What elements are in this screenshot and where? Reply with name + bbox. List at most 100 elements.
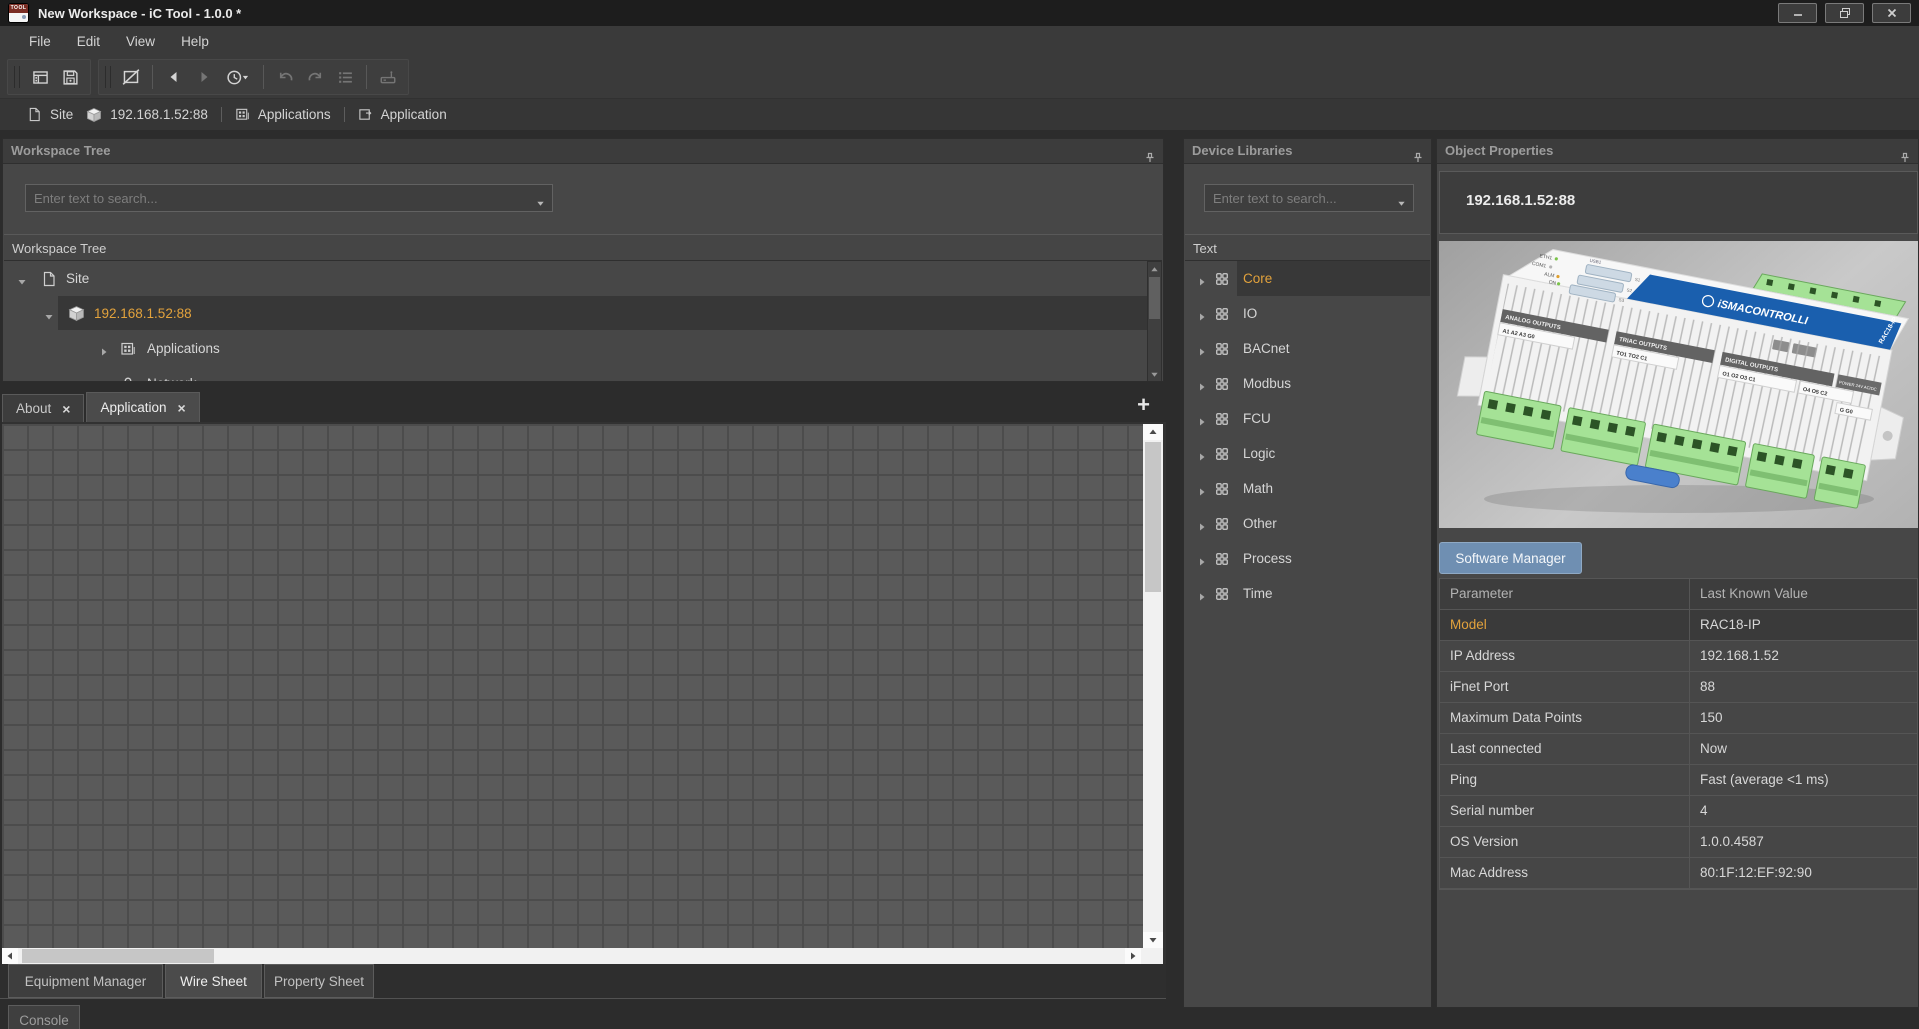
chevron-down-icon[interactable] xyxy=(536,195,545,213)
parameter-cell: Serial number xyxy=(1440,796,1690,826)
library-item[interactable]: Process xyxy=(1185,541,1430,576)
tab-wire-sheet[interactable]: Wire Sheet xyxy=(165,964,262,998)
nav-back-button[interactable] xyxy=(159,63,189,91)
library-item[interactable]: Math xyxy=(1185,471,1430,506)
pin-icon[interactable] xyxy=(1144,145,1156,169)
history-button[interactable] xyxy=(219,63,257,91)
close-button[interactable] xyxy=(1872,3,1911,23)
workspace-layout-button[interactable] xyxy=(25,63,55,91)
app-icon[interactable]: TOOL xyxy=(8,3,29,23)
table-row[interactable]: Mac Address 80:1F:12:EF:92:90 xyxy=(1440,858,1917,889)
canvas-vertical-scrollbar[interactable] xyxy=(1143,424,1163,948)
tab-close-icon[interactable]: × xyxy=(62,402,70,416)
pin-icon[interactable] xyxy=(1899,145,1911,169)
tab-equipment-manager[interactable]: Equipment Manager xyxy=(8,964,163,998)
breadcrumb-applications[interactable]: Applications xyxy=(235,107,331,122)
device-libraries-panel: Device Libraries Text Core IO BACnet Mod… xyxy=(1183,138,1432,1008)
tree-node-applications[interactable]: Applications xyxy=(4,331,1162,366)
tab-close-icon[interactable]: × xyxy=(178,401,186,415)
expand-icon[interactable] xyxy=(1197,483,1207,493)
library-list-header: Text xyxy=(1185,234,1430,261)
canvas-horizontal-scrollbar[interactable] xyxy=(2,948,1163,964)
scroll-down-icon[interactable] xyxy=(1143,932,1163,948)
add-tab-button[interactable]: + xyxy=(1137,392,1150,418)
breadcrumb-site[interactable]: Site xyxy=(27,107,73,122)
library-item[interactable]: FCU xyxy=(1185,401,1430,436)
expand-icon[interactable] xyxy=(1197,588,1207,598)
expand-icon[interactable] xyxy=(99,378,109,382)
expand-icon[interactable] xyxy=(1197,448,1207,458)
library-item[interactable]: Logic xyxy=(1185,436,1430,471)
drag-grip[interactable] xyxy=(105,66,111,88)
minimize-button[interactable] xyxy=(1778,3,1817,23)
table-row[interactable]: IP Address 192.168.1.52 xyxy=(1440,641,1917,672)
expand-icon[interactable] xyxy=(1197,518,1207,528)
menu-edit[interactable]: Edit xyxy=(64,30,113,53)
scroll-up-icon[interactable] xyxy=(1143,424,1163,440)
expand-icon[interactable] xyxy=(1197,378,1207,388)
tree-node-network[interactable]: Network xyxy=(4,366,1162,382)
tab-application[interactable]: Application × xyxy=(86,392,199,422)
scrollbar-thumb[interactable] xyxy=(1145,442,1161,592)
table-row[interactable]: iFnet Port 88 xyxy=(1440,672,1917,703)
expand-icon[interactable] xyxy=(1197,273,1207,283)
breadcrumb-device[interactable]: 192.168.1.52:88 xyxy=(86,107,208,123)
library-item[interactable]: IO xyxy=(1185,296,1430,331)
console-button[interactable]: Console xyxy=(8,1005,80,1029)
menu-help[interactable]: Help xyxy=(168,30,222,53)
workspace-search-input[interactable] xyxy=(26,185,552,211)
chevron-down-icon[interactable] xyxy=(1397,195,1406,213)
tree-list: Site 192.168.1.52:88 Applications Netwo xyxy=(4,261,1162,382)
restore-button[interactable] xyxy=(1825,3,1864,23)
breadcrumb-application[interactable]: Application xyxy=(358,107,447,122)
redo-button[interactable] xyxy=(300,63,330,91)
tree-node-site[interactable]: Site xyxy=(4,261,1162,296)
table-row[interactable]: Last connected Now xyxy=(1440,734,1917,765)
pin-icon[interactable] xyxy=(1412,145,1424,169)
expand-icon[interactable] xyxy=(1197,553,1207,563)
list-button[interactable] xyxy=(330,63,360,91)
wire-sheet-mode-button[interactable] xyxy=(116,63,146,91)
drag-grip[interactable] xyxy=(14,66,20,88)
scroll-right-icon[interactable] xyxy=(1125,948,1141,964)
device-manager-button[interactable] xyxy=(373,63,403,91)
table-row[interactable]: Serial number 4 xyxy=(1440,796,1917,827)
scrollbar-thumb[interactable] xyxy=(22,949,214,963)
collapse-icon[interactable] xyxy=(17,273,27,283)
tab-property-sheet[interactable]: Property Sheet xyxy=(264,964,374,998)
wire-sheet-mode-icon xyxy=(122,68,140,86)
save-button[interactable] xyxy=(55,63,85,91)
left-column: Workspace Tree Workspace Tree Site 19 xyxy=(0,130,1166,1029)
tree-scrollbar[interactable] xyxy=(1147,261,1162,382)
parameter-cell: Last connected xyxy=(1440,734,1690,764)
table-row[interactable]: Model RAC18-IP xyxy=(1440,610,1917,641)
expand-icon[interactable] xyxy=(1197,413,1207,423)
wire-sheet-canvas[interactable] xyxy=(2,424,1143,948)
nav-forward-button[interactable] xyxy=(189,63,219,91)
expand-icon[interactable] xyxy=(1197,343,1207,353)
tree-node-device[interactable]: 192.168.1.52:88 xyxy=(4,296,1162,331)
menu-file[interactable]: File xyxy=(16,30,64,53)
undo-button[interactable] xyxy=(270,63,300,91)
column-header-parameter: Parameter xyxy=(1440,579,1690,609)
expand-icon[interactable] xyxy=(99,343,109,353)
scroll-down-icon[interactable] xyxy=(1148,367,1161,381)
library-item[interactable]: Other xyxy=(1185,506,1430,541)
library-item[interactable]: Time xyxy=(1185,576,1430,611)
view-tab-strip: Equipment Manager Wire Sheet Property Sh… xyxy=(0,964,1166,999)
expand-icon[interactable] xyxy=(1197,308,1207,318)
library-search-input[interactable] xyxy=(1205,185,1413,211)
table-row[interactable]: Maximum Data Points 150 xyxy=(1440,703,1917,734)
tab-about[interactable]: About × xyxy=(2,394,84,422)
scrollbar-thumb[interactable] xyxy=(1149,277,1160,319)
scroll-up-icon[interactable] xyxy=(1148,262,1161,276)
table-row[interactable]: OS Version 1.0.0.4587 xyxy=(1440,827,1917,858)
library-item[interactable]: Core xyxy=(1185,261,1430,296)
table-row[interactable]: Ping Fast (average <1 ms) xyxy=(1440,765,1917,796)
menu-view[interactable]: View xyxy=(113,30,168,53)
software-manager-button[interactable]: Software Manager xyxy=(1439,542,1582,574)
library-item[interactable]: Modbus xyxy=(1185,366,1430,401)
collapse-icon[interactable] xyxy=(44,308,54,318)
scroll-left-icon[interactable] xyxy=(2,948,18,964)
library-item[interactable]: BACnet xyxy=(1185,331,1430,366)
